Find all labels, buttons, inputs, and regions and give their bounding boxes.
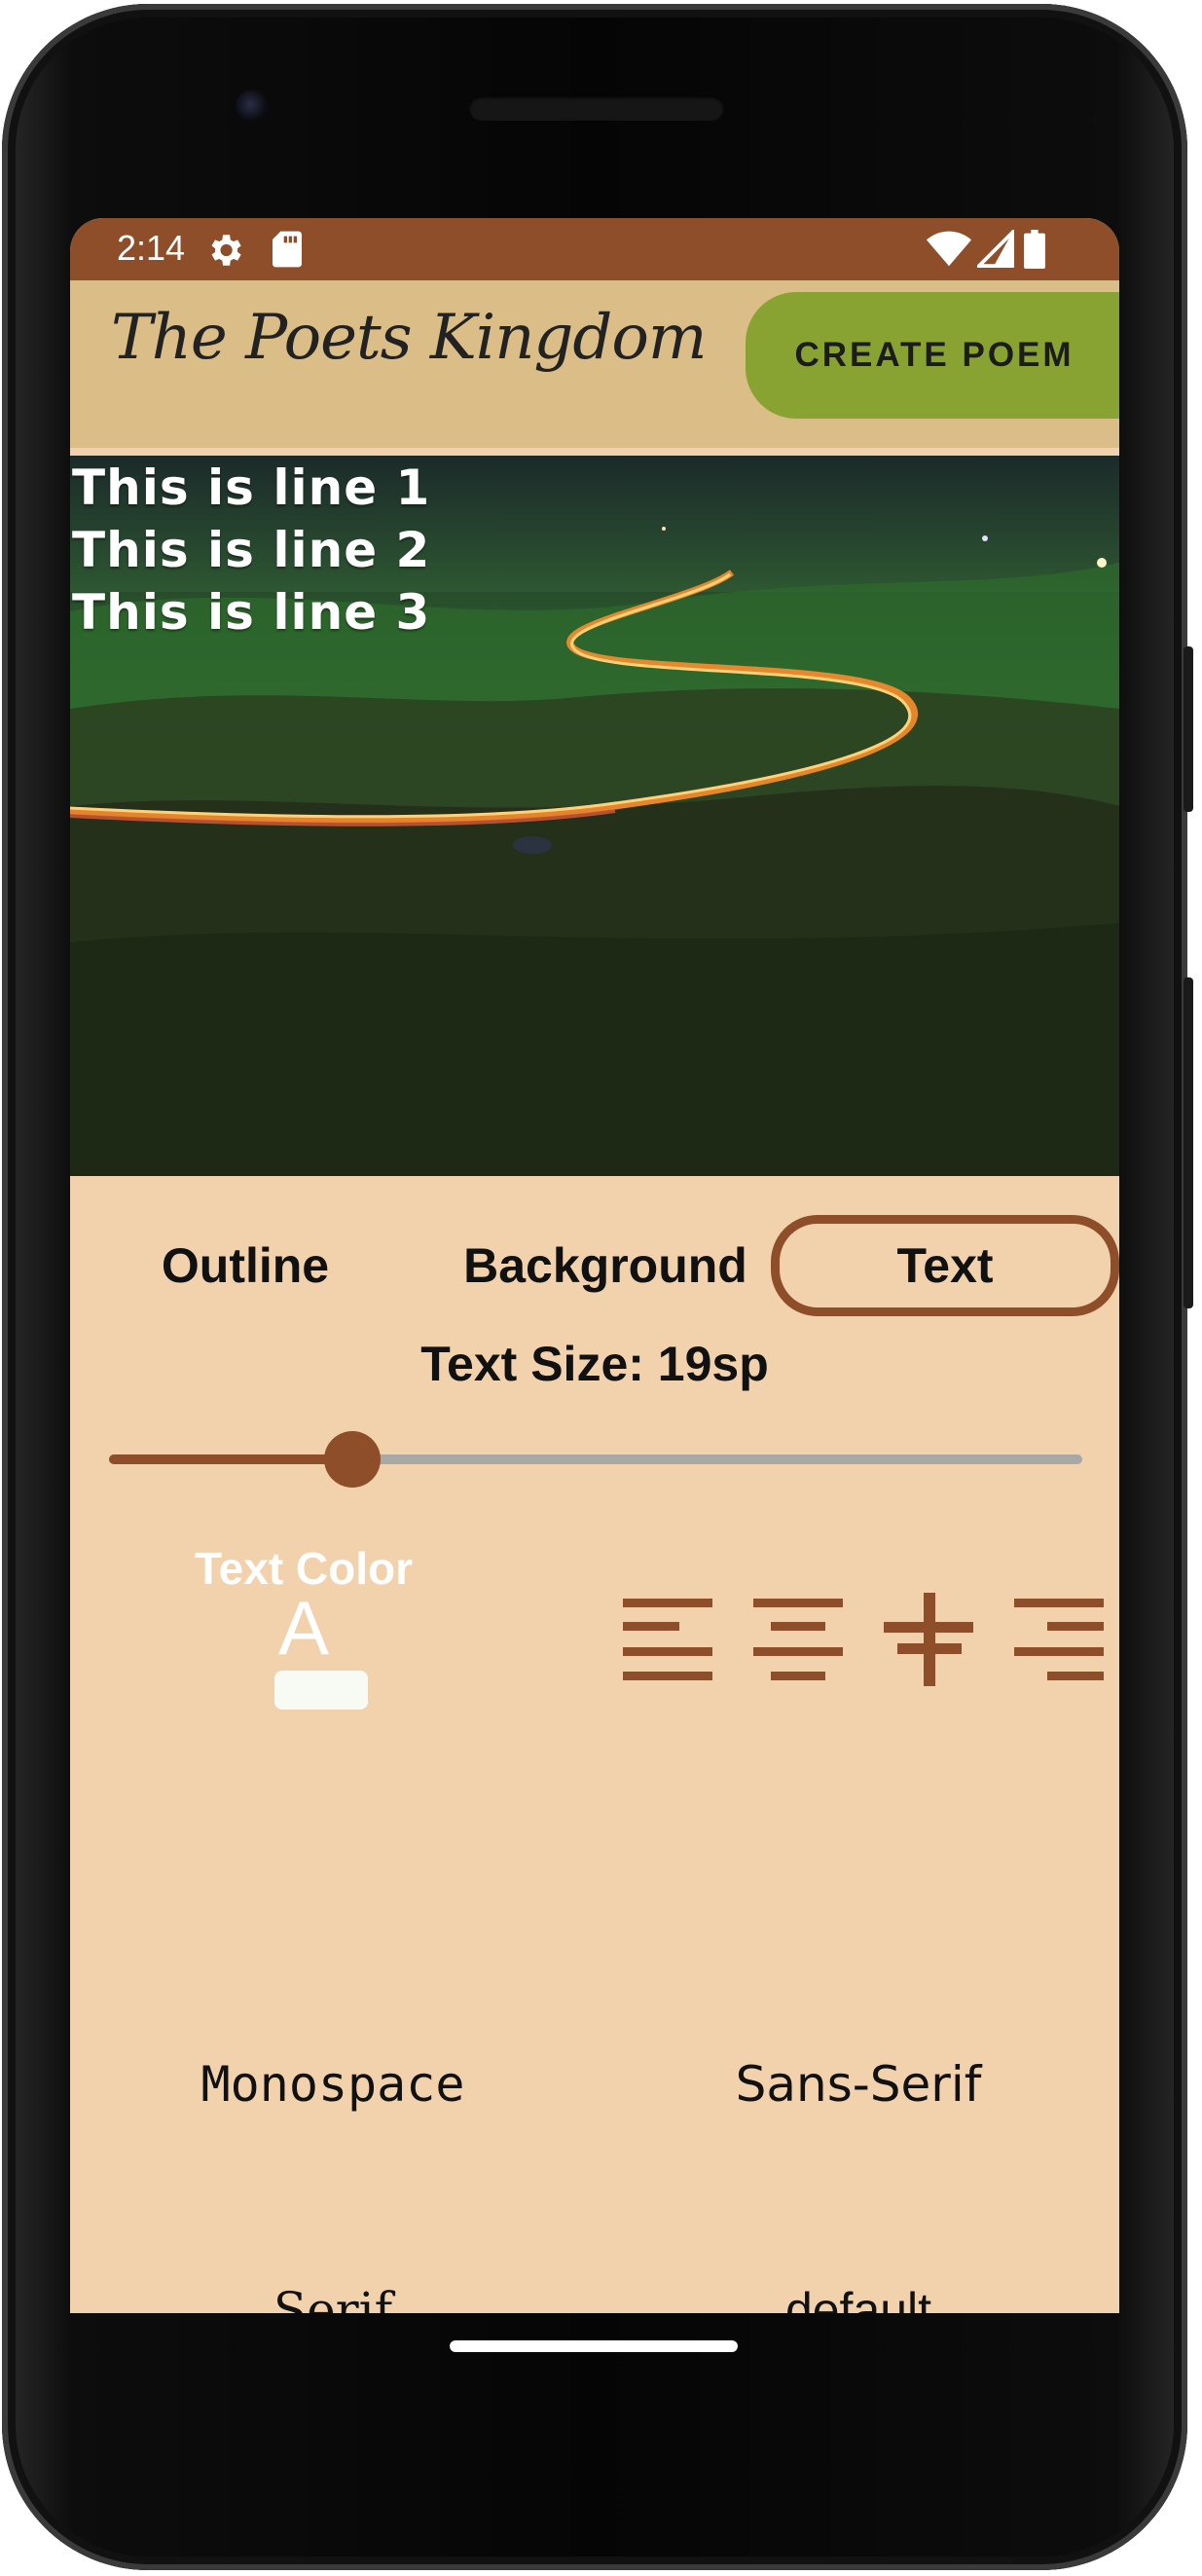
wifi-icon bbox=[927, 231, 971, 267]
text-size-label: Text Size: 19sp bbox=[420, 1337, 769, 1391]
style-tabs: Outline Background Text bbox=[70, 1201, 1119, 1318]
tab-outline[interactable]: Outline bbox=[109, 1215, 382, 1316]
align-left-icon[interactable] bbox=[623, 1593, 716, 1686]
font-option-default[interactable]: default bbox=[644, 2282, 1073, 2313]
settings-icon bbox=[211, 235, 241, 266]
app-bar: The Poets Kingdom CREATE POEM bbox=[70, 280, 1119, 448]
tab-text[interactable]: Text bbox=[771, 1215, 1119, 1316]
poem-line: This is line 1 bbox=[72, 460, 431, 516]
font-option-monospace[interactable]: Monospace bbox=[119, 2056, 547, 2113]
align-right-icon[interactable] bbox=[1014, 1593, 1108, 1686]
slider-fill bbox=[109, 1454, 352, 1464]
battery-icon bbox=[1024, 230, 1045, 269]
poem-line: This is line 3 bbox=[72, 584, 431, 641]
status-time: 2:14 bbox=[117, 228, 186, 268]
align-center-icon[interactable] bbox=[753, 1593, 847, 1686]
power-button bbox=[1184, 646, 1193, 812]
font-option-sans-serif[interactable]: Sans-Serif bbox=[644, 2056, 1073, 2113]
font-option-serif[interactable]: Serif bbox=[119, 2282, 547, 2313]
cell-signal-icon bbox=[977, 230, 1014, 268]
create-poem-button[interactable]: CREATE POEM bbox=[746, 292, 1119, 419]
text-size-slider[interactable] bbox=[109, 1454, 1082, 1464]
sd-card-icon bbox=[273, 231, 302, 268]
poem-preview-image: This is line 1 This is line 2 This is li… bbox=[70, 456, 1119, 1176]
earpiece-speaker bbox=[469, 95, 724, 121]
home-indicator[interactable] bbox=[450, 2340, 738, 2352]
text-color-swatch bbox=[274, 1671, 368, 1710]
poem-line: This is line 2 bbox=[72, 522, 431, 578]
front-camera bbox=[236, 90, 269, 123]
text-color-button[interactable]: Text Color A bbox=[195, 1542, 413, 1737]
tab-background[interactable]: Background bbox=[440, 1215, 771, 1316]
volume-button bbox=[1184, 977, 1193, 1308]
app-logo: The Poets Kingdom bbox=[111, 302, 708, 374]
screen: 2:14 The Poets Kingdom CREATE POEM This … bbox=[70, 218, 1119, 2313]
text-color-letter: A bbox=[277, 1585, 330, 1671]
status-bar: 2:14 bbox=[70, 218, 1119, 280]
phone-frame: 2:14 The Poets Kingdom CREATE POEM This … bbox=[2, 4, 1193, 2570]
align-vertical-center-icon[interactable] bbox=[884, 1593, 977, 1686]
slider-thumb[interactable] bbox=[324, 1431, 381, 1488]
